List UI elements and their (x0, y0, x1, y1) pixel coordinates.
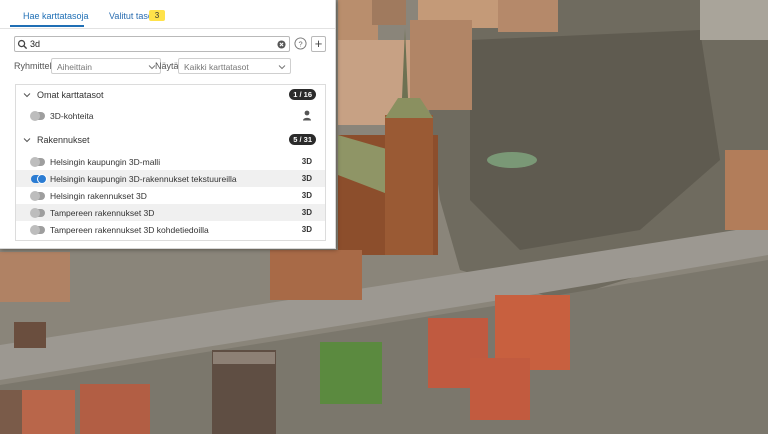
building (372, 0, 406, 25)
lawn (487, 152, 537, 168)
church-tower (385, 115, 433, 255)
layer-toggle[interactable] (30, 225, 45, 235)
active-tab-indicator (10, 25, 84, 27)
search-row: 3d ? + (14, 36, 326, 52)
grouping-select-value: Aiheittain (57, 62, 92, 72)
building (700, 0, 768, 40)
grouping-label: Ryhmittely (14, 61, 57, 71)
layer-toggle[interactable] (30, 208, 45, 218)
building (0, 252, 70, 302)
show-select[interactable]: Kaikki karttatasot (178, 58, 291, 74)
layer-row[interactable]: Helsingin rakennukset 3D 3D (16, 187, 325, 204)
layer-name: Tampereen rakennukset 3D (50, 208, 155, 218)
tab-search-layers[interactable]: Hae karttatasoja (23, 11, 89, 21)
panel-tabs: Hae karttatasoja Valitut tasot 3 (0, 0, 335, 29)
layer-name: 3D-kohteita (50, 111, 94, 121)
layer-toggle[interactable] (30, 157, 45, 167)
layer-type-3d: 3D (301, 225, 312, 234)
layer-toggle[interactable] (30, 111, 45, 121)
building (410, 20, 472, 110)
group-header-omat-karttatasot[interactable]: Omat karttatasot 1 / 16 (16, 86, 325, 103)
layer-name: Helsingin rakennukset 3D (50, 191, 147, 201)
layer-row[interactable]: Helsingin kaupungin 3D-malli 3D (16, 153, 325, 170)
chevron-down-icon (23, 93, 31, 98)
building (14, 322, 46, 348)
green-roof-building (320, 342, 382, 404)
show-select-value: Kaikki karttatasot (184, 62, 249, 72)
add-layer-button[interactable]: + (311, 36, 326, 52)
layer-groups: Omat karttatasot 1 / 16 3D-kohteita Rake… (15, 84, 326, 241)
layer-type-3d: 3D (301, 208, 312, 217)
search-input[interactable]: 3d (14, 36, 290, 52)
svg-text:?: ? (298, 39, 302, 48)
group-header-rakennukset[interactable]: Rakennukset 5 / 31 (16, 131, 325, 148)
layer-toggle[interactable] (30, 191, 45, 201)
layer-row[interactable]: Helsingin kaupungin 3D-rakennukset tekst… (16, 170, 325, 187)
red-roof-building (20, 390, 75, 434)
chevron-down-icon (23, 138, 31, 143)
help-icon[interactable]: ? (294, 37, 307, 50)
layer-name: Helsingin kaupungin 3D-malli (50, 157, 161, 167)
group-title: Omat karttatasot (37, 90, 104, 100)
layer-panel: Hae karttatasoja Valitut tasot 3 3d ? + … (0, 0, 336, 249)
layer-name: Helsingin kaupungin 3D-rakennukset tekst… (50, 174, 237, 184)
search-input-value[interactable]: 3d (30, 39, 40, 49)
building (0, 390, 22, 434)
layer-row[interactable]: 3D-kohteita (16, 107, 325, 124)
selected-count-badge: 3 (149, 10, 165, 21)
layer-row[interactable]: Tampereen rakennukset 3D 3D (16, 204, 325, 221)
layer-toggle[interactable] (31, 174, 47, 184)
building (725, 150, 768, 230)
group-count-badge: 1 / 16 (289, 89, 316, 100)
building (498, 0, 558, 32)
layer-type-3d: 3D (301, 174, 312, 183)
grouping-select[interactable]: Aiheittain (51, 58, 161, 74)
group-count-badge: 5 / 31 (289, 134, 316, 145)
show-label: Näytä (155, 61, 179, 71)
red-roof-building (470, 358, 530, 420)
close-circle-icon[interactable] (277, 40, 286, 49)
group-title: Rakennukset (37, 135, 90, 145)
layer-type-3d: 3D (301, 157, 312, 166)
layer-row[interactable]: Tampereen rakennukset 3D kohdetiedoilla … (16, 221, 325, 238)
roof (213, 352, 275, 364)
user-icon (303, 110, 311, 121)
filter-row: Ryhmittely Aiheittain Näytä Kaikki kartt… (14, 58, 326, 74)
layer-name: Tampereen rakennukset 3D kohdetiedoilla (50, 225, 209, 235)
search-icon (17, 39, 28, 50)
chevron-down-icon (278, 65, 286, 70)
building (270, 250, 362, 300)
layer-type-3d: 3D (301, 191, 312, 200)
red-roof-building (80, 384, 150, 434)
